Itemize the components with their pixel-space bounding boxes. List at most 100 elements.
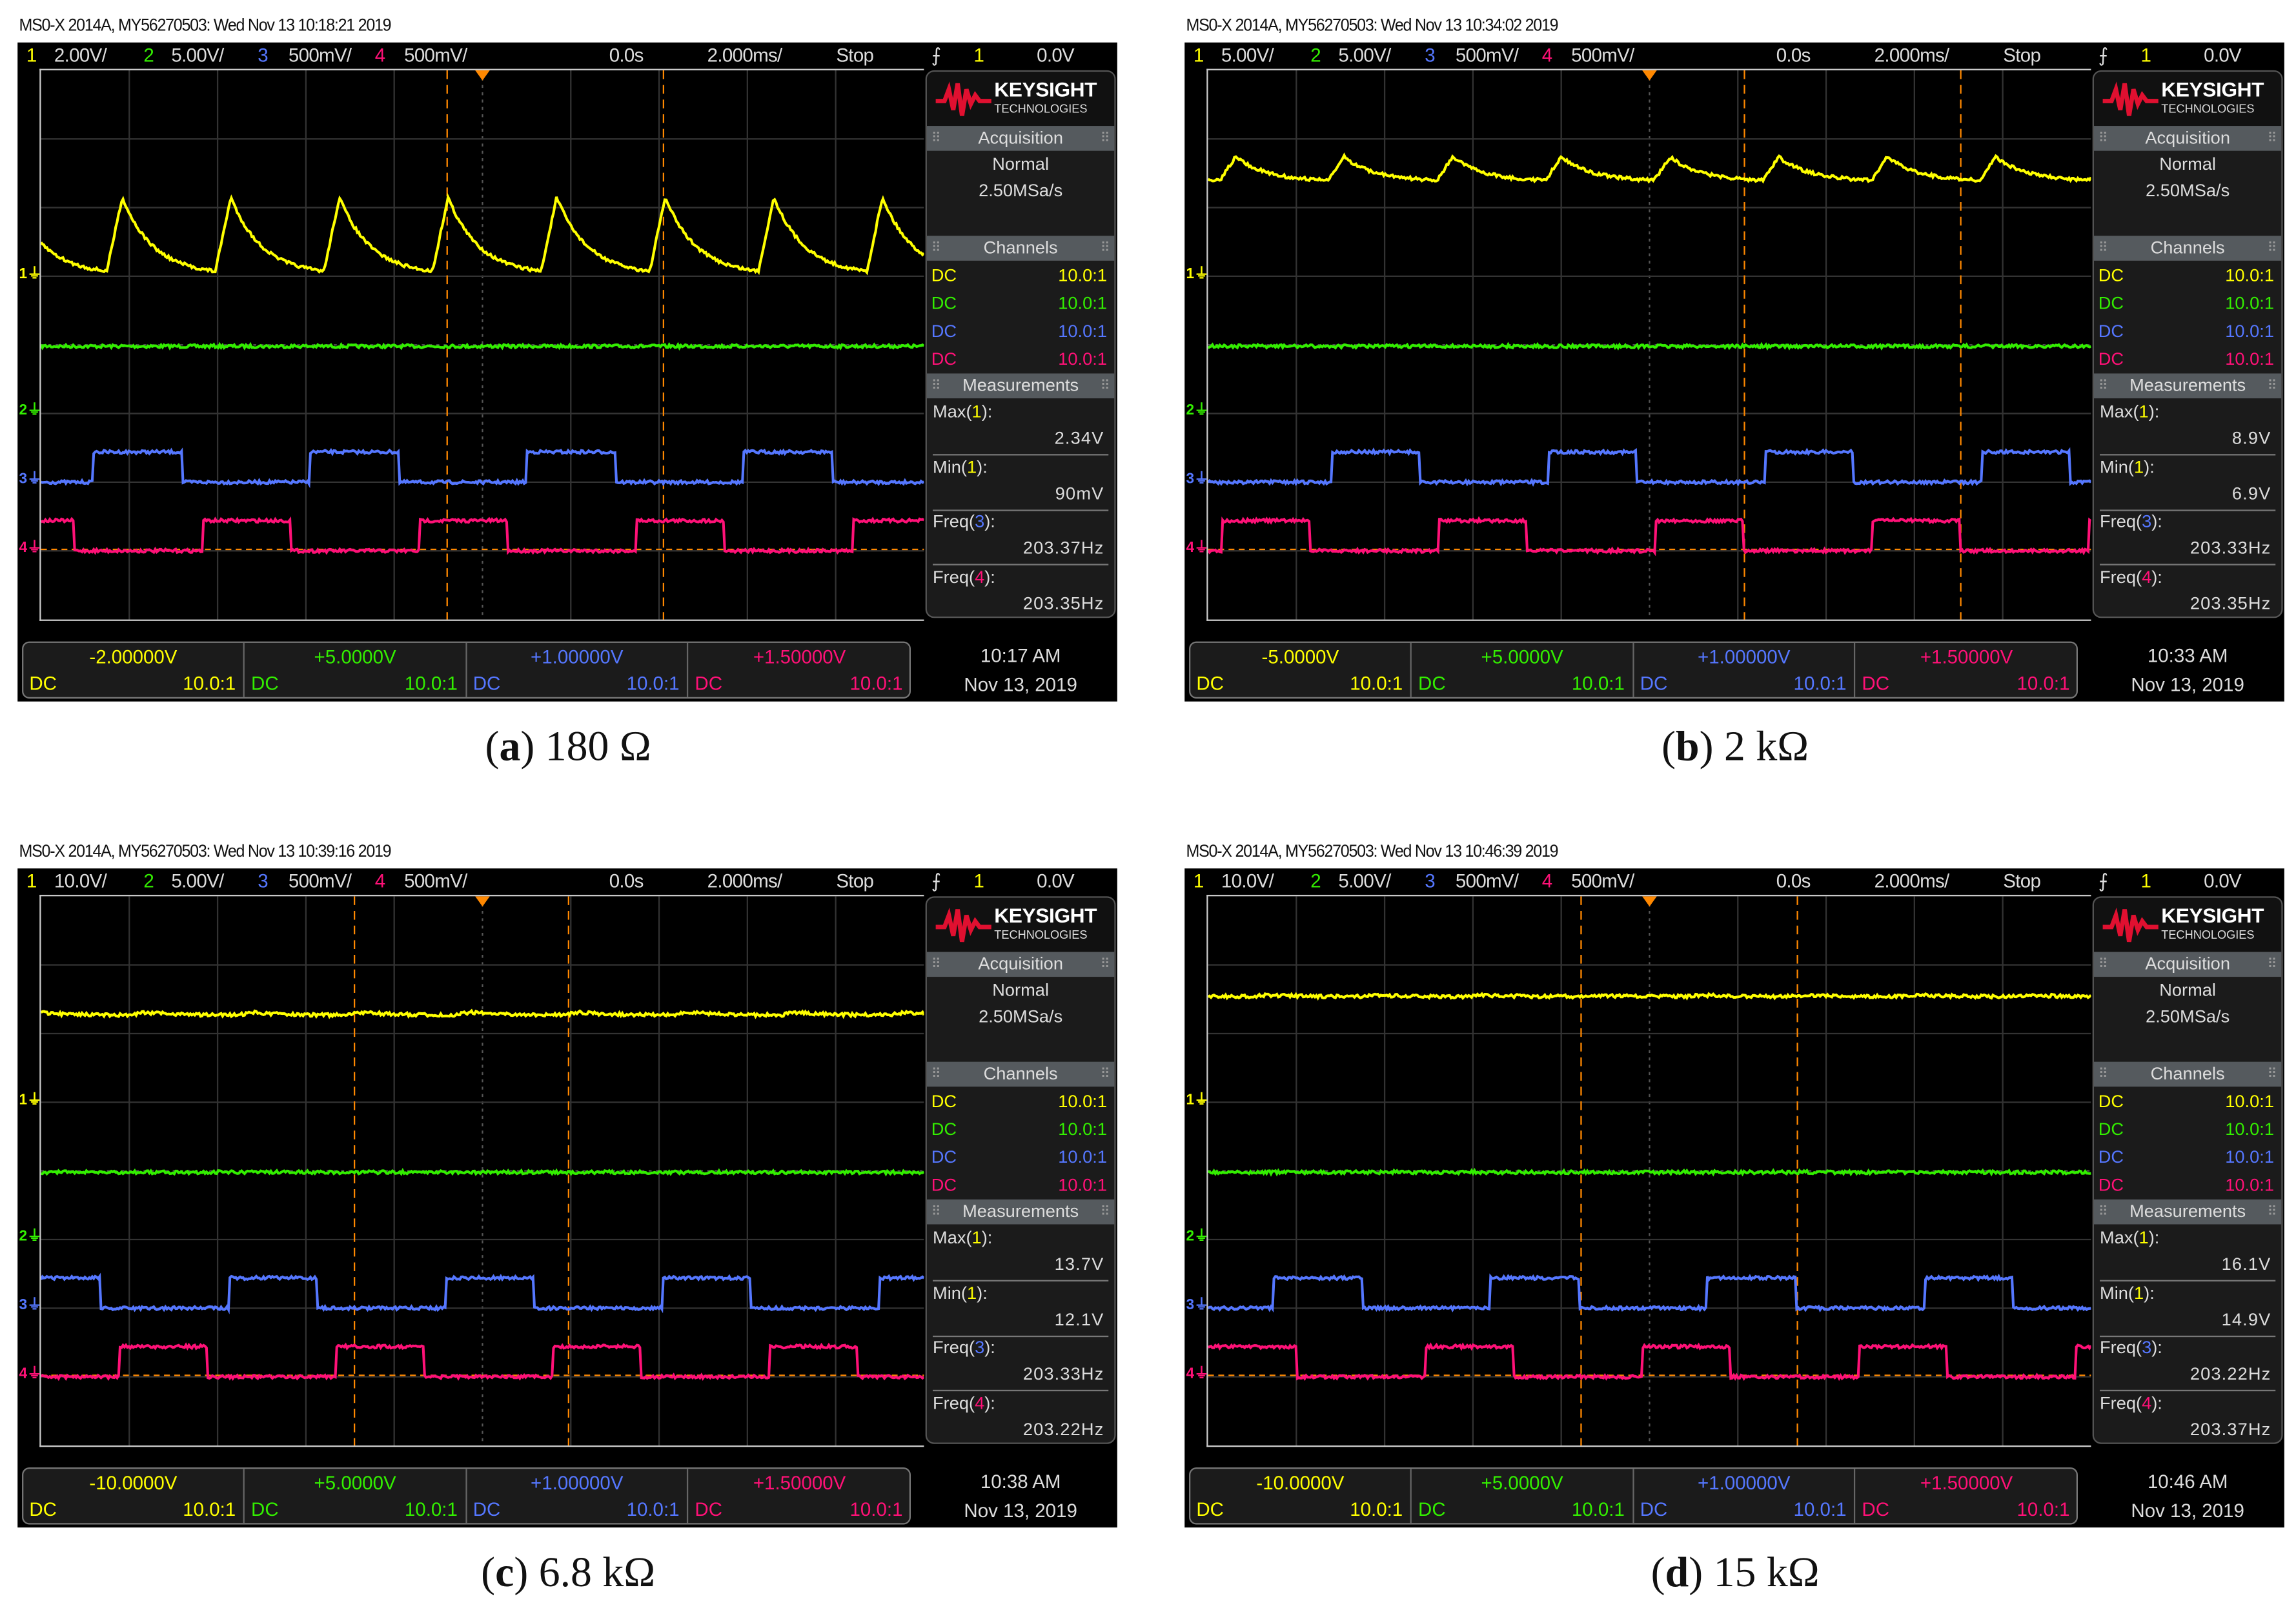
acquisition-header[interactable]: Acquisition <box>926 952 1115 977</box>
ch1-scale[interactable]: 2.00V/ <box>54 43 107 68</box>
measurement-item[interactable]: Max(1): 13.7V <box>933 1226 1109 1281</box>
measurement-item[interactable]: Freq(4): 203.35Hz <box>933 565 1108 617</box>
channel-row[interactable]: DC 10.0:1 <box>2098 1088 2277 1114</box>
ch3-offset-box[interactable]: +1.00000V DC 10.0:1 <box>1634 642 1856 697</box>
measurements-header[interactable]: Measurements <box>926 373 1115 399</box>
timebase[interactable]: 2.000ms/ <box>707 868 783 893</box>
ch4-scale[interactable]: 500mV/ <box>1571 43 1634 68</box>
ch1-number[interactable]: 1 <box>26 43 37 68</box>
trigger-edge-icon[interactable]: ⨍ <box>2098 868 2108 893</box>
ch2-scale[interactable]: 5.00V/ <box>171 43 224 68</box>
channel-row[interactable]: DC 10.0:1 <box>2098 1116 2277 1143</box>
ch3-number[interactable]: 3 <box>1425 868 1435 893</box>
ch1-offset-box[interactable]: -10.0000V DC 10.0:1 <box>23 1469 245 1524</box>
channel-row[interactable]: DC 10.0:1 <box>931 1116 1110 1143</box>
measurement-item[interactable]: Max(1): 8.9V <box>2100 400 2276 456</box>
ch3-scale[interactable]: 500mV/ <box>289 43 352 68</box>
ch3-ground-marker[interactable]: 3⏚ <box>1186 1299 1208 1314</box>
measurements-header[interactable]: Measurements <box>926 1199 1115 1225</box>
time-position[interactable]: 0.0s <box>609 868 644 893</box>
trigger-source[interactable]: 1 <box>2141 868 2151 893</box>
ch3-offset-box[interactable]: +1.00000V DC 10.0:1 <box>467 1469 689 1524</box>
trigger-level[interactable]: 0.0V <box>1037 868 1075 893</box>
ch3-number[interactable]: 3 <box>258 868 268 893</box>
trigger-level[interactable]: 0.0V <box>2204 43 2242 68</box>
ch4-number[interactable]: 4 <box>375 43 385 68</box>
channel-row[interactable]: DC 10.0:1 <box>2098 1144 2277 1170</box>
channel-row[interactable]: DC 10.0:1 <box>2098 290 2277 316</box>
timebase[interactable]: 2.000ms/ <box>1874 43 1950 68</box>
ch3-number[interactable]: 3 <box>258 43 268 68</box>
channel-row[interactable]: DC 10.0:1 <box>931 1144 1110 1170</box>
run-state[interactable]: Stop <box>836 43 874 68</box>
measurement-item[interactable]: Min(1): 14.9V <box>2100 1281 2276 1337</box>
channel-row[interactable]: DC 10.0:1 <box>931 1172 1110 1198</box>
ch4-scale[interactable]: 500mV/ <box>404 868 467 893</box>
ch3-ground-marker[interactable]: 3⏚ <box>19 473 41 488</box>
ch2-number[interactable]: 2 <box>1310 43 1321 68</box>
channel-row[interactable]: DC 10.0:1 <box>931 318 1110 344</box>
ch1-ground-marker[interactable]: 1⏚ <box>1186 267 1208 282</box>
ch1-ground-marker[interactable]: 1⏚ <box>1186 1093 1208 1108</box>
ch4-number[interactable]: 4 <box>1542 43 1552 68</box>
ch1-offset-box[interactable]: -10.0000V DC 10.0:1 <box>1190 1469 1412 1524</box>
timebase[interactable]: 2.000ms/ <box>1874 868 1950 893</box>
ch2-ground-marker[interactable]: 2⏚ <box>19 404 41 420</box>
channel-row[interactable]: DC 10.0:1 <box>931 1088 1110 1114</box>
measurement-item[interactable]: Max(1): 16.1V <box>2100 1226 2276 1281</box>
ch3-offset-box[interactable]: +1.00000V DC 10.0:1 <box>467 642 689 697</box>
measurement-item[interactable]: Freq(4): 203.37Hz <box>2100 1391 2275 1443</box>
ch4-ground-marker[interactable]: 4⏚ <box>1186 541 1208 557</box>
ch4-ground-marker[interactable]: 4⏚ <box>1186 1367 1208 1383</box>
run-state[interactable]: Stop <box>2003 868 2041 893</box>
ch2-ground-marker[interactable]: 2⏚ <box>19 1230 41 1245</box>
channels-header[interactable]: Channels <box>2093 236 2282 261</box>
ch4-number[interactable]: 4 <box>375 868 385 893</box>
ch1-scale[interactable]: 10.0V/ <box>1221 868 1274 893</box>
trigger-edge-icon[interactable]: ⨍ <box>931 868 941 893</box>
trigger-source[interactable]: 1 <box>974 43 984 68</box>
ch4-offset-box[interactable]: +1.50000V DC 10.0:1 <box>689 643 910 697</box>
time-position[interactable]: 0.0s <box>1776 868 1811 893</box>
waveform-grid[interactable] <box>39 68 924 621</box>
ch2-scale[interactable]: 5.00V/ <box>1338 43 1391 68</box>
channel-row[interactable]: DC 10.0:1 <box>2098 345 2277 372</box>
ch2-scale[interactable]: 5.00V/ <box>171 868 224 893</box>
acquisition-header[interactable]: Acquisition <box>2093 126 2282 151</box>
ch2-ground-marker[interactable]: 2⏚ <box>1186 404 1208 420</box>
measurement-item[interactable]: Freq(4): 203.35Hz <box>2100 565 2275 617</box>
acquisition-header[interactable]: Acquisition <box>926 126 1115 151</box>
ch1-number[interactable]: 1 <box>1194 868 1204 893</box>
trigger-level[interactable]: 0.0V <box>2204 868 2242 893</box>
channels-header[interactable]: Channels <box>926 236 1115 261</box>
measurement-item[interactable]: Freq(3): 203.33Hz <box>933 1336 1109 1392</box>
ch1-scale[interactable]: 5.00V/ <box>1221 43 1274 68</box>
measurement-item[interactable]: Max(1): 2.34V <box>933 400 1109 456</box>
trigger-level[interactable]: 0.0V <box>1037 43 1075 68</box>
ch1-scale[interactable]: 10.0V/ <box>54 868 107 893</box>
channel-row[interactable]: DC 10.0:1 <box>931 262 1110 289</box>
ch3-scale[interactable]: 500mV/ <box>289 868 352 893</box>
measurements-header[interactable]: Measurements <box>2093 1199 2282 1225</box>
channels-header[interactable]: Channels <box>2093 1061 2282 1087</box>
trigger-source[interactable]: 1 <box>974 868 984 893</box>
ch1-ground-marker[interactable]: 1⏚ <box>19 267 41 282</box>
ch3-ground-marker[interactable]: 3⏚ <box>19 1299 41 1314</box>
ch3-scale[interactable]: 500mV/ <box>1456 868 1519 893</box>
waveform-grid[interactable] <box>1206 68 2091 621</box>
measurement-item[interactable]: Min(1): 6.9V <box>2100 454 2276 511</box>
run-state[interactable]: Stop <box>836 868 874 893</box>
channel-row[interactable]: DC 10.0:1 <box>931 290 1110 316</box>
channel-row[interactable]: DC 10.0:1 <box>2098 1172 2277 1198</box>
ch4-offset-box[interactable]: +1.50000V DC 10.0:1 <box>1856 1469 2077 1523</box>
acquisition-header[interactable]: Acquisition <box>2093 952 2282 977</box>
ch3-ground-marker[interactable]: 3⏚ <box>1186 473 1208 488</box>
channel-row[interactable]: DC 10.0:1 <box>931 345 1110 372</box>
ch2-number[interactable]: 2 <box>143 43 154 68</box>
ch3-offset-box[interactable]: +1.00000V DC 10.0:1 <box>1634 1469 1856 1524</box>
waveform-grid[interactable] <box>39 895 924 1447</box>
timebase[interactable]: 2.000ms/ <box>707 43 783 68</box>
trigger-edge-icon[interactable]: ⨍ <box>931 43 941 68</box>
time-position[interactable]: 0.0s <box>609 43 644 68</box>
measurement-item[interactable]: Freq(3): 203.33Hz <box>2100 509 2276 566</box>
